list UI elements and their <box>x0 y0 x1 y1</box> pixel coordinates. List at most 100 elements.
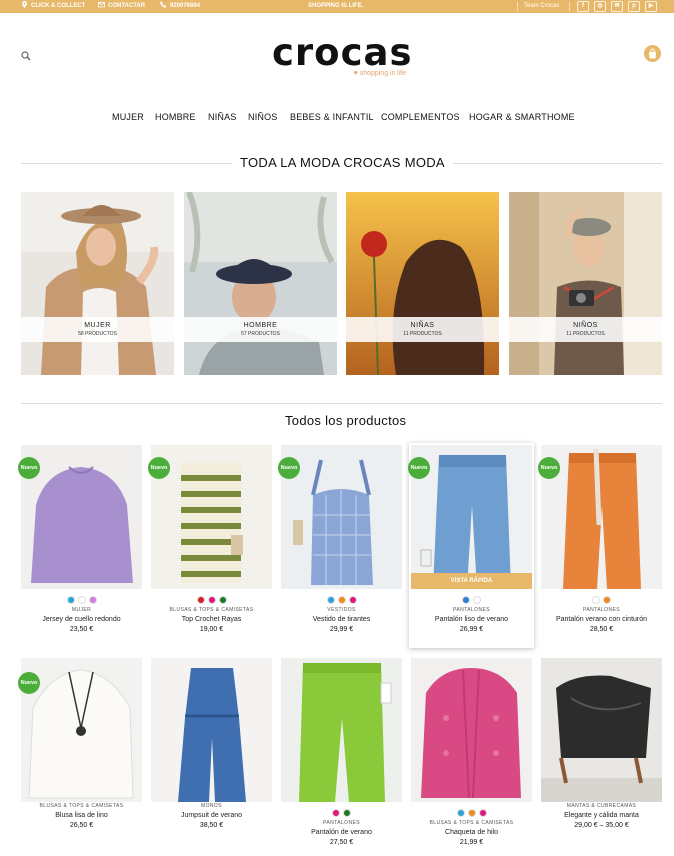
color-swatch[interactable] <box>196 596 205 604</box>
youtube-icon[interactable]: ▶ <box>645 1 657 12</box>
product-category[interactable]: MANTAS & CUBRECAMAS <box>541 803 662 810</box>
product-info: BLUSAS & TOPS & CAMISETAS Blusa lisa de … <box>21 801 142 829</box>
color-swatches <box>281 809 402 818</box>
color-swatch[interactable] <box>603 596 611 604</box>
product-image[interactable] <box>151 658 272 802</box>
nav-item-complementos[interactable]: COMPLEMENTOS <box>381 112 460 124</box>
product-name[interactable]: Jumpsuit de verano <box>151 812 272 819</box>
product-name[interactable]: Pantalón liso de verano <box>411 616 532 623</box>
divider <box>569 2 570 11</box>
logo-tagline-text: shopping is life <box>359 70 406 77</box>
color-swatch[interactable] <box>337 596 346 604</box>
color-swatch[interactable] <box>473 596 481 604</box>
color-swatch[interactable] <box>66 596 75 604</box>
nav-item-mujer[interactable]: MUJER <box>112 112 144 124</box>
category-name: MUJER <box>84 322 111 329</box>
product-category[interactable]: PANTALONES <box>411 607 532 614</box>
product-name[interactable]: Jersey de cuello redondo <box>21 616 142 623</box>
color-swatch[interactable] <box>207 596 216 604</box>
category-count: 11 PRODUCTOS <box>566 331 605 337</box>
color-swatch[interactable] <box>592 596 600 604</box>
product-name[interactable]: Elegante y cálida manta <box>541 812 662 819</box>
color-swatch[interactable] <box>326 596 335 604</box>
category-card-hombre[interactable]: HOMBRE 57 PRODUCTOS <box>184 192 337 375</box>
quick-view-button[interactable]: VISTA RÁPIDA <box>411 573 532 589</box>
category-name: NIÑAS <box>410 322 435 329</box>
color-swatch[interactable] <box>218 596 227 604</box>
section-divider <box>21 403 662 404</box>
product-name[interactable]: Chaqueta de hilo <box>411 829 532 836</box>
nav-item-ninas[interactable]: NIÑAS <box>208 112 237 124</box>
category-card-ninos[interactable]: NIÑOS 11 PRODUCTOS <box>509 192 662 375</box>
product-price: 21,99 € <box>459 839 484 846</box>
cart-button[interactable] <box>644 45 661 62</box>
contact-label: CONTACTAR <box>108 3 146 9</box>
color-swatches <box>411 809 532 818</box>
product-image[interactable] <box>411 658 532 802</box>
product-image[interactable] <box>281 658 402 802</box>
color-swatches <box>21 596 142 605</box>
facebook-icon[interactable]: f <box>577 1 589 12</box>
category-card-ninas[interactable]: NIÑAS 11 PRODUCTOS <box>346 192 499 375</box>
category-image-hombre <box>184 192 337 375</box>
product-info: PANTALONES Pantalón liso de verano 26,99… <box>411 596 532 633</box>
phone-link[interactable]: 920076894 <box>160 0 200 13</box>
color-swatch[interactable] <box>332 809 340 817</box>
team-link[interactable]: Team Crocas <box>524 0 559 13</box>
product-category[interactable]: VESTIDOS <box>281 607 402 614</box>
nav-item-bebes[interactable]: BEBES & INFANTIL <box>290 112 374 124</box>
category-count: 11 PRODUCTOS <box>403 331 442 337</box>
product-info: PANTALONES Pantalón verano con cinturón … <box>541 596 662 633</box>
click-collect-link[interactable]: CLICK & COLLECT <box>21 0 85 13</box>
pinterest-icon[interactable]: p <box>628 1 640 12</box>
nav-item-hogar[interactable]: HOGAR & SMARTHOME <box>469 112 575 124</box>
logo[interactable]: crocas ♥ shopping is life <box>272 34 412 78</box>
email-icon[interactable]: ✉ <box>611 1 623 12</box>
color-swatch[interactable] <box>348 596 357 604</box>
color-swatch[interactable] <box>456 809 465 817</box>
color-swatch[interactable] <box>467 809 476 817</box>
product-name[interactable]: Pantalón de verano <box>281 829 402 836</box>
nav-item-hombre[interactable]: HOMBRE <box>155 112 196 124</box>
product-name[interactable]: Blusa lisa de lino <box>21 812 142 819</box>
product-info: BLUSAS & TOPS & CAMISETAS Chaqueta de hi… <box>411 809 532 846</box>
color-swatch[interactable] <box>462 596 470 604</box>
product-category[interactable]: PANTALONES <box>541 607 662 614</box>
category-count: 58 PRODUCTOS <box>78 331 117 337</box>
color-swatches <box>281 596 402 605</box>
product-name[interactable]: Top Crochet Rayas <box>151 616 272 623</box>
product-name[interactable]: Pantalón verano con cinturón <box>541 616 662 623</box>
product-price: 23,50 € <box>69 626 94 633</box>
category-card-mujer[interactable]: MUJER 58 PRODUCTOS <box>21 192 174 375</box>
product-category[interactable]: BLUSAS & TOPS & CAMISETAS <box>21 803 142 810</box>
color-swatch[interactable] <box>88 596 97 604</box>
product-category[interactable]: BLUSAS & TOPS & CAMISETAS <box>151 607 272 614</box>
product-info: VESTIDOS Vestido de tirantes 29,99 € <box>281 596 402 633</box>
product-price: 27,50 € <box>329 839 354 846</box>
product-category[interactable]: MONOS <box>151 803 272 810</box>
color-swatch[interactable] <box>77 596 86 604</box>
new-badge: Nuevo <box>538 457 560 479</box>
instagram-icon[interactable]: ◎ <box>594 1 606 12</box>
color-swatch[interactable] <box>343 809 351 817</box>
category-label-band: NIÑOS 11 PRODUCTOS <box>509 317 662 342</box>
slogan: SHOPPING IS LIFE. <box>308 3 364 9</box>
new-badge: Nuevo <box>18 672 40 694</box>
color-swatch[interactable] <box>478 809 487 817</box>
product-category[interactable]: MUJER <box>21 607 142 614</box>
product-category[interactable]: BLUSAS & TOPS & CAMISETAS <box>411 820 532 827</box>
category-label-band: HOMBRE 57 PRODUCTOS <box>184 317 337 342</box>
product-price: 26,99 € <box>459 626 484 633</box>
category-label-band: MUJER 58 PRODUCTOS <box>21 317 174 342</box>
product-info: PANTALONES Pantalón de verano 27,50 € <box>281 809 402 846</box>
product-name[interactable]: Vestido de tirantes <box>281 616 402 623</box>
search-icon[interactable] <box>21 51 31 61</box>
nav-item-ninos[interactable]: NIÑOS <box>248 112 278 124</box>
product-info: MONOS Jumpsuit de verano 38,50 € <box>151 801 272 829</box>
product-info: MUJER Jersey de cuello redondo 23,50 € <box>21 596 142 633</box>
contact-link[interactable]: CONTACTAR <box>98 0 145 13</box>
product-price: 19,00 € <box>199 626 224 633</box>
new-badge: Nuevo <box>278 457 300 479</box>
product-category[interactable]: PANTALONES <box>281 820 402 827</box>
product-image[interactable] <box>541 658 662 802</box>
